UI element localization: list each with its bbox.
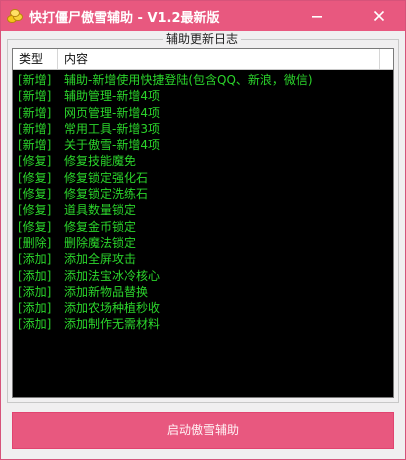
list-item[interactable]: [修复] 修复锁定强化石 (13, 170, 393, 186)
log-type: [新增] (18, 89, 52, 104)
update-log-title: 辅助更新日志 (163, 31, 242, 47)
list-item[interactable]: [添加] 添加农场种植秒收 (13, 300, 393, 316)
log-content: 关于傲雪-新增4项 (64, 138, 160, 153)
log-content: 辅助管理-新增4项 (64, 89, 160, 104)
title-bar[interactable]: 快打僵尸傲雪辅助 - V1.2最新版 (1, 1, 405, 31)
list-item[interactable]: [新增] 网页管理-新增4项 (13, 105, 393, 121)
list-item[interactable]: [新增] 关于傲雪-新增4项 (13, 137, 393, 153)
log-content: 添加新物品替换 (64, 284, 149, 299)
log-type: [添加] (18, 317, 52, 332)
log-content: 修复金币锁定 (64, 219, 137, 234)
minimize-icon (311, 10, 323, 22)
coins-icon (7, 8, 23, 24)
list-header: 类型 内容 (13, 49, 393, 70)
log-type: [添加] (18, 252, 52, 267)
log-content: 删除魔法锁定 (64, 235, 137, 250)
list-item[interactable]: [删除] 删除魔法锁定 (13, 235, 393, 251)
log-content: 网页管理-新增4项 (64, 105, 160, 120)
log-content: 修复锁定强化石 (64, 170, 149, 185)
log-type: [删除] (18, 235, 52, 250)
minimize-button[interactable] (300, 1, 334, 31)
log-type: [修复] (18, 219, 52, 234)
list-item[interactable]: [修复] 修复金币锁定 (13, 219, 393, 235)
log-type: [添加] (18, 301, 52, 316)
app-window: 快打僵尸傲雪辅助 - V1.2最新版 辅助更新日志 类型 内容 [新增] 辅助-新… (0, 0, 406, 460)
log-type: [修复] (18, 187, 52, 202)
log-content: 常用工具-新增3项 (64, 121, 160, 136)
list-item[interactable]: [新增] 辅助-新增使用快捷登陆(包含QQ、新浪，微信) (13, 72, 393, 88)
log-type: [添加] (18, 268, 52, 283)
list-item[interactable]: [新增] 常用工具-新增3项 (13, 121, 393, 137)
list-item[interactable]: [添加] 添加法宝冰冷核心 (13, 268, 393, 284)
log-type: [添加] (18, 284, 52, 299)
list-item[interactable]: [修复] 修复锁定洗练石 (13, 186, 393, 202)
list-item[interactable]: [添加] 添加制作无需材料 (13, 316, 393, 332)
log-type: [修复] (18, 170, 52, 185)
log-content: 道具数量锁定 (64, 203, 137, 218)
log-type: [新增] (18, 105, 52, 120)
column-header-type[interactable]: 类型 (13, 49, 58, 69)
list-body: [新增] 辅助-新增使用快捷登陆(包含QQ、新浪，微信) [新增] 辅助管理-新增4项… (13, 72, 393, 333)
list-item[interactable]: [修复] 道具数量锁定 (13, 202, 393, 218)
column-header-content[interactable]: 内容 (58, 49, 380, 69)
log-type: [修复] (18, 203, 52, 218)
log-content: 添加全屏攻击 (64, 252, 137, 267)
close-icon (373, 10, 385, 22)
list-item[interactable]: [新增] 辅助管理-新增4项 (13, 88, 393, 104)
window-title: 快打僵尸傲雪辅助 - V1.2最新版 (29, 11, 220, 26)
log-content: 修复锁定洗练石 (64, 187, 149, 202)
log-content: 添加法宝冰冷核心 (64, 268, 161, 283)
log-type: [新增] (18, 121, 52, 136)
log-content: 添加制作无需材料 (64, 317, 161, 332)
start-assistant-button[interactable]: 启动傲雪辅助 (12, 412, 394, 449)
list-item[interactable]: [添加] 添加全屏攻击 (13, 251, 393, 267)
log-content: 添加农场种植秒收 (64, 301, 161, 316)
log-type: [新增] (18, 73, 52, 87)
list-item[interactable]: [修复] 修复技能魔免 (13, 153, 393, 169)
list-item[interactable]: [添加] 添加新物品替换 (13, 284, 393, 300)
log-content: 辅助-新增使用快捷登陆(包含QQ、新浪，微信) (64, 73, 313, 87)
log-type: [新增] (18, 138, 52, 153)
update-log-list[interactable]: 类型 内容 [新增] 辅助-新增使用快捷登陆(包含QQ、新浪，微信) [新增] 辅助管… (12, 48, 394, 398)
log-type: [修复] (18, 154, 52, 169)
close-button[interactable] (355, 1, 403, 31)
log-content: 修复技能魔免 (64, 154, 137, 169)
